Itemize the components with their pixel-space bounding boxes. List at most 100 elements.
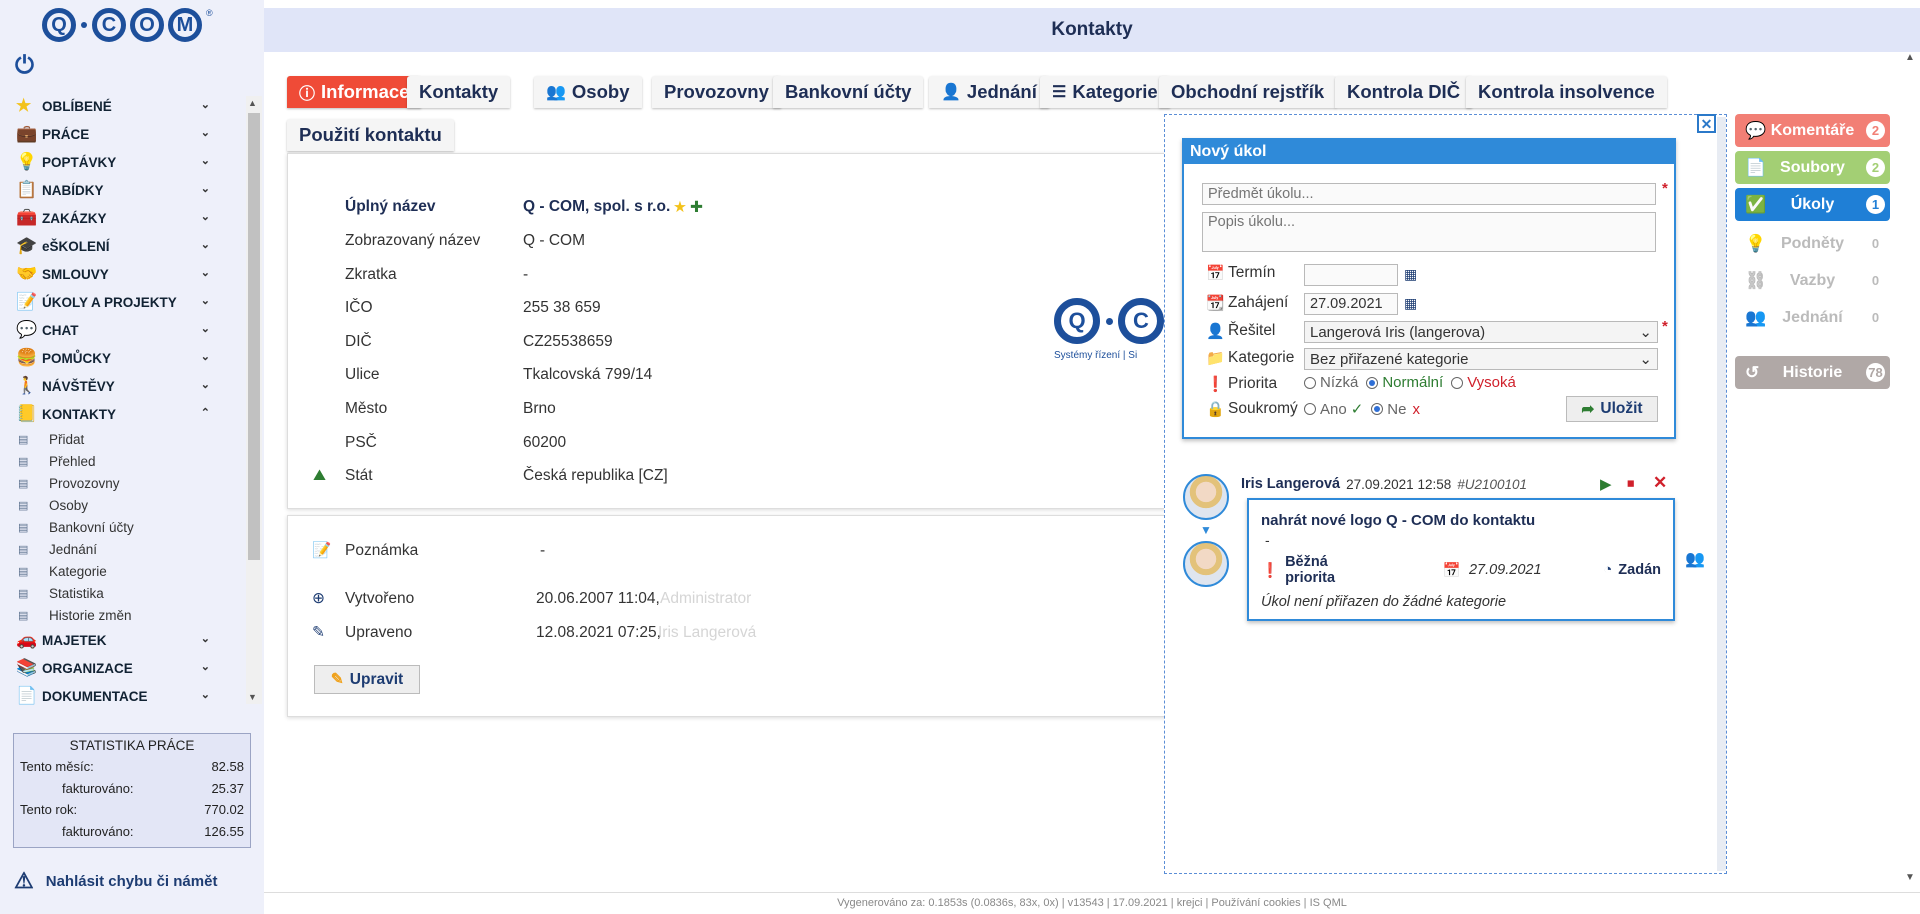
sidebar-item[interactable]: 🚗 MAJETEK ⌄ (0, 626, 246, 654)
chevron-down-icon[interactable]: ⌄ (201, 660, 210, 673)
chevron-down-icon[interactable]: ⌄ (201, 266, 210, 279)
chevron-down-icon[interactable]: ⌄ (201, 350, 210, 363)
sidebar-item[interactable]: 🧰 ZAKÁZKY ⌄ (0, 204, 246, 232)
main-scrollbar[interactable]: ▲ ▼ (1903, 52, 1920, 892)
sidebar-item[interactable]: 📚 ORGANIZACE ⌄ (0, 654, 246, 682)
panel-scrollbar[interactable] (1717, 117, 1726, 871)
chevron-down-icon[interactable]: ⌄ (201, 210, 210, 223)
chevron-down-icon[interactable]: ⌄ (201, 378, 210, 391)
sidebar-item[interactable]: 💡 POPTÁVKY ⌄ (0, 148, 246, 176)
tab[interactable]: Použití kontaktu (287, 119, 454, 151)
tab[interactable]: Kontrola insolvence (1466, 76, 1667, 108)
calendar-plus-icon: 📆 (1206, 295, 1225, 312)
start-date-input[interactable] (1304, 293, 1398, 315)
side-button[interactable]: 👥 Jednání 0 (1735, 301, 1890, 334)
category-select[interactable]: Bez přiřazené kategorie ⌄ (1304, 348, 1658, 370)
scroll-up-arrow[interactable]: ▲ (1905, 52, 1915, 63)
close-icon[interactable]: ✕ (1697, 114, 1716, 133)
tab[interactable]: Provozovny (652, 76, 781, 108)
puzzle-icon[interactable]: ✚ (690, 198, 703, 217)
sidebar-subitem[interactable]: ▤ Přehled (0, 450, 246, 472)
sidebar-subitem[interactable]: ▤ Bankovní účty (0, 516, 246, 538)
scroll-down-arrow[interactable]: ▼ (248, 692, 257, 702)
sidebar-item[interactable]: 📋 NABÍDKY ⌄ (0, 176, 246, 204)
side-button[interactable]: ⛓ Vazby 0 (1735, 264, 1890, 297)
star-icon[interactable]: ★ (673, 198, 687, 217)
side-button[interactable]: 📄 Soubory 2 (1735, 151, 1890, 184)
task-description-input[interactable] (1202, 212, 1656, 252)
page-title-bar: Kontakty (264, 8, 1920, 52)
priority-row: ❗ Priorita (1206, 375, 1277, 393)
side-button[interactable]: ↺ Historie 78 (1735, 356, 1890, 389)
tab[interactable]: Kontakty (407, 76, 511, 108)
tab[interactable]: Obchodní rejstřík (1159, 76, 1337, 108)
tab-label: Kategorie (1072, 81, 1158, 102)
chevron-down-icon[interactable]: ⌄ (201, 322, 210, 335)
sidebar-subitem[interactable]: ▤ Historie změn (0, 604, 246, 626)
updated-value: 12.08.2021 07:25, (536, 624, 661, 641)
chevron-down-icon[interactable]: ⌄ (201, 238, 210, 251)
menu-scroll-thumb[interactable] (248, 113, 260, 560)
play-icon[interactable]: ▶ (1600, 475, 1612, 493)
power-icon[interactable]: ⏻ (15, 52, 34, 80)
scroll-down-arrow[interactable]: ▼ (1905, 872, 1915, 883)
chevron-down-icon[interactable]: ⌄ (201, 182, 210, 195)
priority-high-radio[interactable]: Vysoká (1451, 374, 1516, 391)
sidebar-subitem[interactable]: ▤ Jednání (0, 538, 246, 560)
sidebar-item[interactable]: 📄 DOKUMENTACE ⌄ (0, 682, 246, 705)
user-lock-icon[interactable]: 👥 (1685, 549, 1705, 569)
sidebar-item[interactable]: 💼 PRÁCE ⌄ (0, 120, 246, 148)
priority-normal-radio[interactable]: Normální (1366, 374, 1443, 391)
scroll-up-arrow[interactable]: ▲ (248, 98, 257, 108)
chevron-down-icon[interactable]: ⌄ (201, 294, 210, 307)
sidebar-item[interactable]: 📝 ÚKOLY A PROJEKTY ⌄ (0, 288, 246, 316)
tab[interactable]: ⓘ Informace (287, 76, 422, 108)
delete-icon[interactable]: ✕ (1653, 473, 1667, 493)
sidebar-subitem[interactable]: ▤ Statistika (0, 582, 246, 604)
field-label: IČO (345, 299, 373, 316)
chevron-down-icon[interactable]: ⌄ (201, 154, 210, 167)
side-button[interactable]: 💡 Podněty 0 (1735, 227, 1890, 260)
sidebar-item[interactable]: 🍔 POMŮCKY ⌄ (0, 344, 246, 372)
tab[interactable]: Kontrola DIČ (1335, 76, 1473, 108)
edit-button[interactable]: ✎ Upravit (314, 665, 420, 694)
qcom-logo[interactable]: Q C O M ® (42, 8, 213, 42)
sidebar-item[interactable]: 🚶 NÁVŠTĚVY ⌄ (0, 372, 246, 400)
sidebar-item[interactable]: 🎓 eŠKOLENÍ ⌄ (0, 232, 246, 260)
private-no-radio[interactable]: Ne x (1371, 400, 1420, 418)
side-button[interactable]: 💬 Komentáře 2 (1735, 114, 1890, 147)
sidebar-subitem[interactable]: ▤ Přidat (0, 428, 246, 450)
chevron-down-icon[interactable]: ⌄ (201, 126, 210, 139)
people-icon: 👥 (546, 84, 566, 101)
tab[interactable]: Bankovní účty (773, 76, 924, 108)
sidebar-subitem[interactable]: ▤ Kategorie (0, 560, 246, 582)
sidebar-item[interactable]: 💬 CHAT ⌄ (0, 316, 246, 344)
sidebar-item[interactable]: 📒 KONTAKTY ⌃ (0, 400, 246, 428)
priority-low-radio[interactable]: Nízká (1304, 374, 1358, 391)
calendar-picker-icon[interactable]: ▦ (1404, 266, 1417, 283)
calendar-picker-icon[interactable]: ▦ (1404, 295, 1417, 312)
tab[interactable]: 👤 Jednání (929, 76, 1049, 108)
stop-icon[interactable]: ⏹ (1627, 475, 1635, 492)
chevron-down-icon[interactable]: ⌄ (201, 688, 210, 701)
save-task-button[interactable]: ➦ Uložit (1566, 396, 1658, 422)
solver-select[interactable]: Langerová Iris (langerova) ⌄ (1304, 321, 1658, 343)
tab[interactable]: 👥 Osoby (534, 76, 642, 108)
chevron-down-icon[interactable]: ⌄ (201, 632, 210, 645)
chevron-up-icon[interactable]: ⌃ (201, 406, 210, 419)
tab-label: Kontrola insolvence (1478, 81, 1655, 102)
task-subject-input[interactable] (1202, 183, 1656, 205)
private-yes-radio[interactable]: Ano ✓ (1304, 400, 1363, 418)
side-button[interactable]: ✅ Úkoly 1 (1735, 188, 1890, 221)
sidebar-item[interactable]: 🤝 SMLOUVY ⌄ (0, 260, 246, 288)
sidebar-item[interactable]: ★ OBLÍBENÉ ⌄ (0, 92, 246, 120)
deadline-input[interactable] (1304, 264, 1398, 286)
sidebar-subitem[interactable]: ▤ Provozovny (0, 472, 246, 494)
sidebar-subitem[interactable]: ▤ Osoby (0, 494, 246, 516)
task-card[interactable]: nahrát nové logo Q - COM do kontaktu - ❗… (1247, 498, 1675, 621)
category-row: 📁 Kategorie (1206, 349, 1294, 367)
priority-high-label: Vysoká (1467, 374, 1516, 391)
report-bug-link[interactable]: ⚠ Nahlásit chybu či námět (14, 868, 217, 894)
chevron-down-icon[interactable]: ⌄ (201, 98, 210, 111)
tab[interactable]: ☰ Kategorie (1040, 76, 1170, 108)
